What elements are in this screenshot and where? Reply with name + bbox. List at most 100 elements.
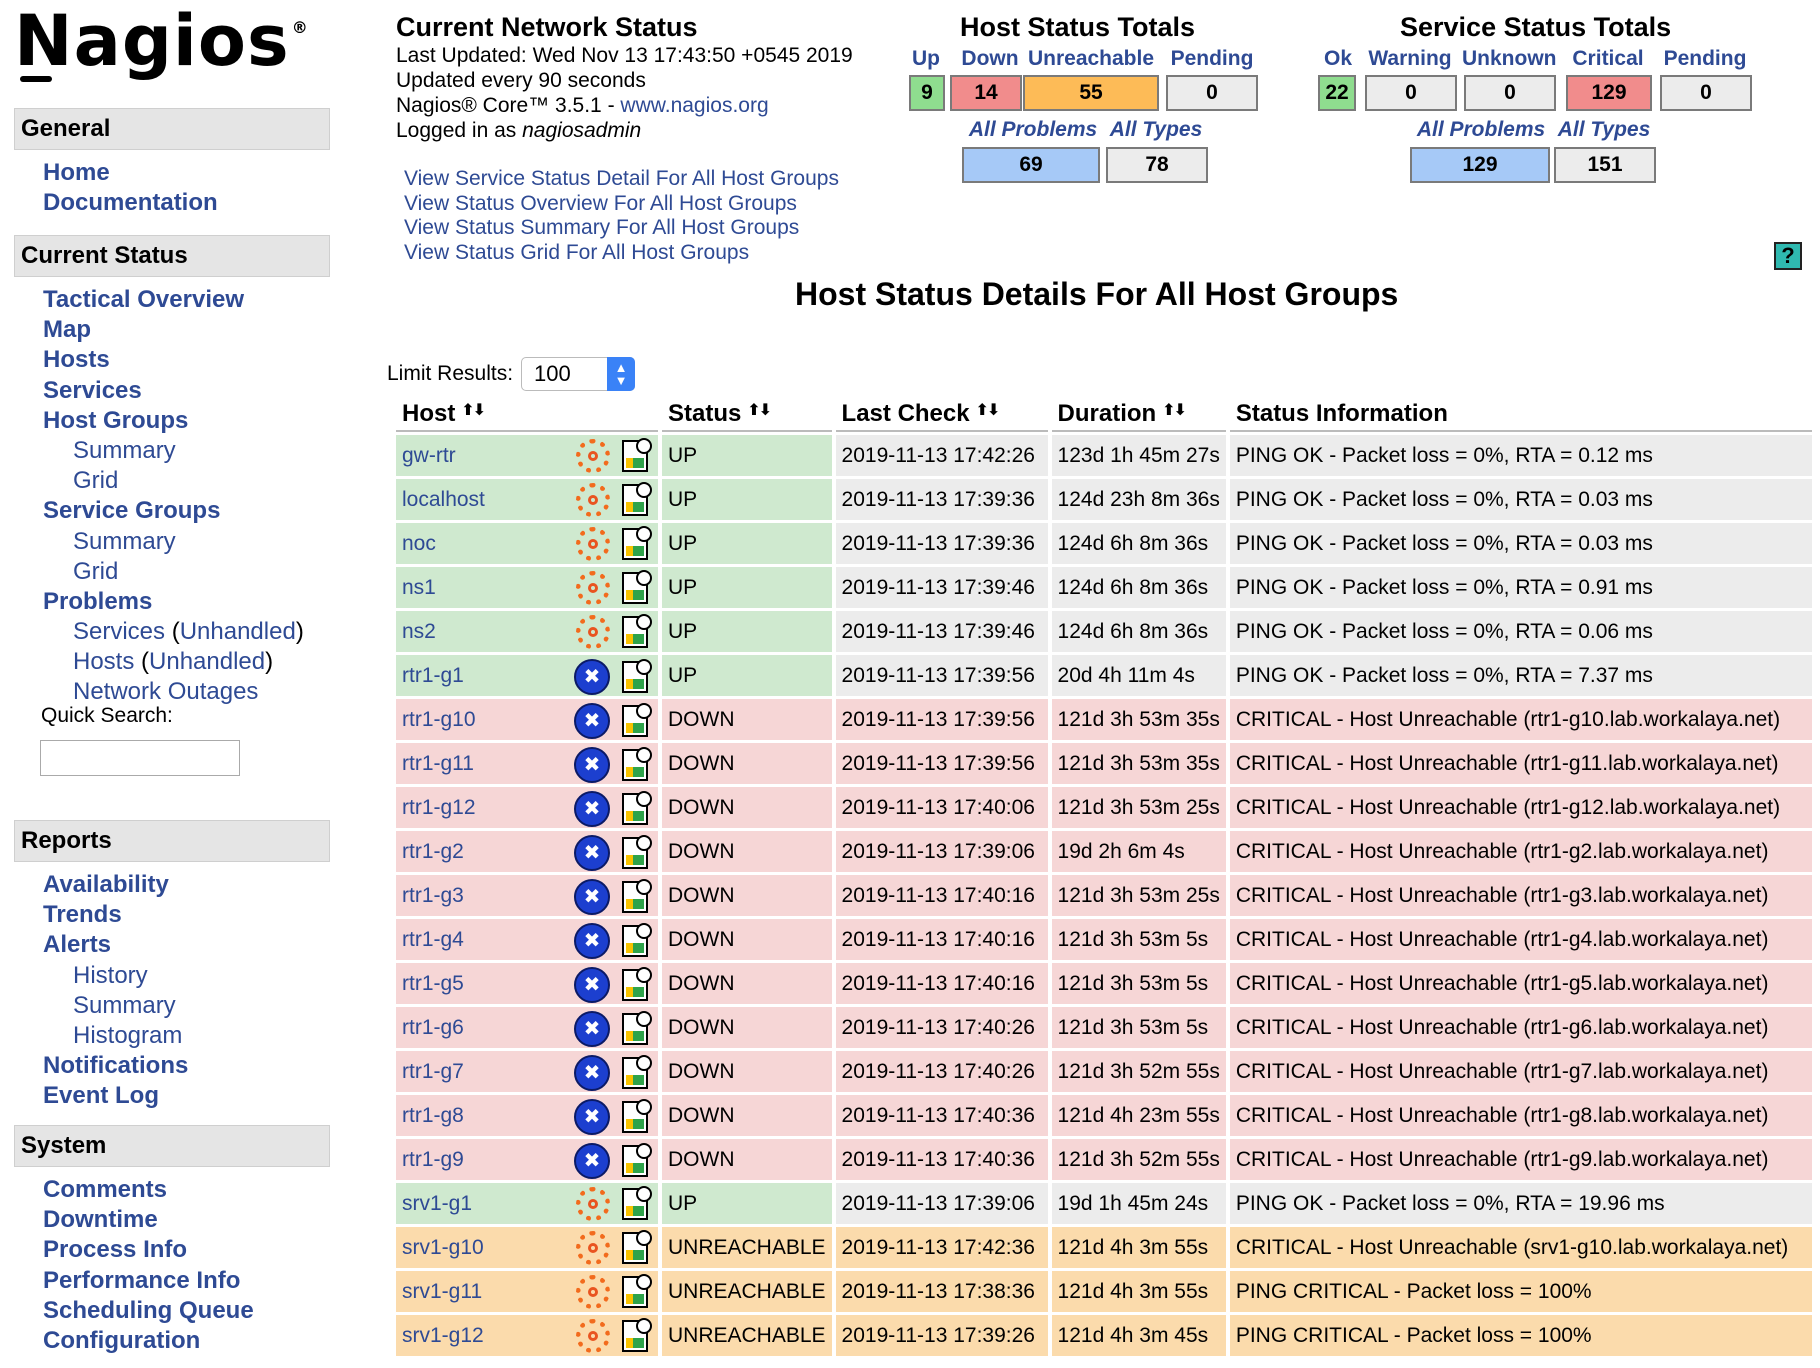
host-link[interactable]: rtr1-g2 <box>402 840 464 863</box>
nav-downtime[interactable]: Downtime <box>43 1206 158 1233</box>
nav-configuration[interactable]: Configuration <box>43 1327 200 1354</box>
nav-trends[interactable]: Trends <box>43 901 122 928</box>
nav-problems-services[interactable]: Services <box>73 618 165 645</box>
ubuntu-icon[interactable] <box>576 527 610 561</box>
host-link[interactable]: srv1-g1 <box>402 1192 472 1215</box>
service-detail-icon[interactable] <box>622 1011 652 1045</box>
sort-arrows-icon[interactable]: ⬆⬇ <box>1162 402 1187 419</box>
service-detail-icon[interactable] <box>622 1230 652 1264</box>
ubuntu-icon[interactable] <box>576 571 610 605</box>
host-link[interactable]: rtr1-g4 <box>402 928 464 951</box>
service-all-problems-count[interactable]: 129 <box>1410 147 1550 183</box>
service-detail-icon[interactable] <box>622 703 652 737</box>
link-status-summary[interactable]: View Status Summary For All Host Groups <box>404 216 839 241</box>
service-detail-icon[interactable] <box>622 879 652 913</box>
router-icon[interactable]: ✖ <box>574 879 610 915</box>
ubuntu-icon[interactable] <box>576 1319 610 1353</box>
host-link[interactable]: ns2 <box>402 620 436 643</box>
service-detail-icon[interactable] <box>622 835 652 869</box>
sort-arrows-icon[interactable]: ⬆⬇ <box>461 402 486 419</box>
service-unknown-label[interactable]: Unknown <box>1462 47 1557 71</box>
service-detail-icon[interactable] <box>622 614 652 648</box>
host-all-types-count[interactable]: 78 <box>1106 147 1208 183</box>
service-critical-label[interactable]: Critical <box>1566 47 1650 71</box>
router-icon[interactable]: ✖ <box>574 703 610 739</box>
router-icon[interactable]: ✖ <box>574 835 610 871</box>
host-link[interactable]: rtr1-g9 <box>402 1148 464 1171</box>
host-link[interactable]: rtr1-g11 <box>402 752 474 775</box>
service-detail-icon[interactable] <box>622 1055 652 1089</box>
ubuntu-icon[interactable] <box>576 439 610 473</box>
service-warning-count[interactable]: 0 <box>1365 75 1457 111</box>
nav-problems-hosts[interactable]: Hosts <box>73 648 134 675</box>
nav-problems-hosts-unhandled[interactable]: Unhandled <box>149 648 265 675</box>
host-pending-count[interactable]: 0 <box>1166 75 1258 111</box>
router-icon[interactable]: ✖ <box>574 923 610 959</box>
service-detail-icon[interactable] <box>622 570 652 604</box>
service-warning-label[interactable]: Warning <box>1364 47 1456 71</box>
host-down-label[interactable]: Down <box>950 47 1030 71</box>
service-detail-icon[interactable] <box>622 1274 652 1308</box>
nav-service-groups-grid[interactable]: Grid <box>73 558 118 585</box>
host-link[interactable]: rtr1-g8 <box>402 1104 464 1127</box>
nav-availability[interactable]: Availability <box>43 871 169 898</box>
service-detail-icon[interactable] <box>622 923 652 957</box>
router-icon[interactable]: ✖ <box>574 659 610 695</box>
service-detail-icon[interactable] <box>622 1186 652 1220</box>
host-all-problems-count[interactable]: 69 <box>962 147 1100 183</box>
router-icon[interactable]: ✖ <box>574 967 610 1003</box>
service-detail-icon[interactable] <box>622 659 652 693</box>
nav-host-groups-summary[interactable]: Summary <box>73 437 176 464</box>
nav-problems[interactable]: Problems <box>43 588 152 615</box>
service-detail-icon[interactable] <box>622 438 652 472</box>
ubuntu-icon[interactable] <box>576 615 610 649</box>
router-icon[interactable]: ✖ <box>574 1055 610 1091</box>
nav-service-groups-summary[interactable]: Summary <box>73 528 176 555</box>
host-link[interactable]: rtr1-g1 <box>402 664 464 687</box>
host-up-label[interactable]: Up <box>906 47 946 71</box>
nav-problems-services-unhandled[interactable]: Unhandled <box>180 618 296 645</box>
nav-map[interactable]: Map <box>43 316 91 343</box>
link-status-overview[interactable]: View Status Overview For All Host Groups <box>404 192 839 217</box>
quick-search-input[interactable] <box>40 740 240 776</box>
nav-host-groups[interactable]: Host Groups <box>43 407 188 434</box>
service-critical-count[interactable]: 129 <box>1566 75 1652 111</box>
host-pending-label[interactable]: Pending <box>1164 47 1260 71</box>
host-all-problems-label[interactable]: All Problems <box>964 118 1102 142</box>
host-link[interactable]: ns1 <box>402 576 436 599</box>
nav-notifications[interactable]: Notifications <box>43 1052 188 1079</box>
service-all-types-label[interactable]: All Types <box>1554 118 1654 142</box>
host-unreachable-count[interactable]: 55 <box>1023 75 1159 111</box>
service-detail-icon[interactable] <box>622 1143 652 1177</box>
help-icon[interactable]: ? <box>1774 242 1802 270</box>
service-all-types-count[interactable]: 151 <box>1554 147 1656 183</box>
nav-scheduling-queue[interactable]: Scheduling Queue <box>43 1297 254 1324</box>
host-link[interactable]: rtr1-g5 <box>402 972 464 995</box>
nav-process-info[interactable]: Process Info <box>43 1236 187 1263</box>
service-detail-icon[interactable] <box>622 967 652 1001</box>
service-detail-icon[interactable] <box>622 791 652 825</box>
service-detail-icon[interactable] <box>622 747 652 781</box>
service-pending-label[interactable]: Pending <box>1658 47 1752 71</box>
link-service-status-detail[interactable]: View Service Status Detail For All Host … <box>404 167 839 192</box>
host-link[interactable]: noc <box>402 532 436 555</box>
ubuntu-icon[interactable] <box>576 1187 610 1221</box>
router-icon[interactable]: ✖ <box>574 747 610 783</box>
nav-alerts-histogram[interactable]: Histogram <box>73 1022 182 1049</box>
nagios-org-link[interactable]: www.nagios.org <box>620 94 768 117</box>
nav-alerts[interactable]: Alerts <box>43 931 111 958</box>
host-link[interactable]: rtr1-g3 <box>402 884 464 907</box>
nav-event-log[interactable]: Event Log <box>43 1082 159 1109</box>
ubuntu-icon[interactable] <box>576 483 610 517</box>
nav-services[interactable]: Services <box>43 377 142 404</box>
ubuntu-icon[interactable] <box>576 1275 610 1309</box>
router-icon[interactable]: ✖ <box>574 1011 610 1047</box>
nav-comments[interactable]: Comments <box>43 1176 167 1203</box>
host-all-types-label[interactable]: All Types <box>1106 118 1206 142</box>
host-unreachable-label[interactable]: Unreachable <box>1022 47 1160 71</box>
nav-hosts[interactable]: Hosts <box>43 346 110 373</box>
nav-documentation[interactable]: Documentation <box>43 189 218 216</box>
ubuntu-icon[interactable] <box>576 1231 610 1265</box>
host-link[interactable]: gw-rtr <box>402 444 456 467</box>
nav-performance-info[interactable]: Performance Info <box>43 1267 240 1294</box>
